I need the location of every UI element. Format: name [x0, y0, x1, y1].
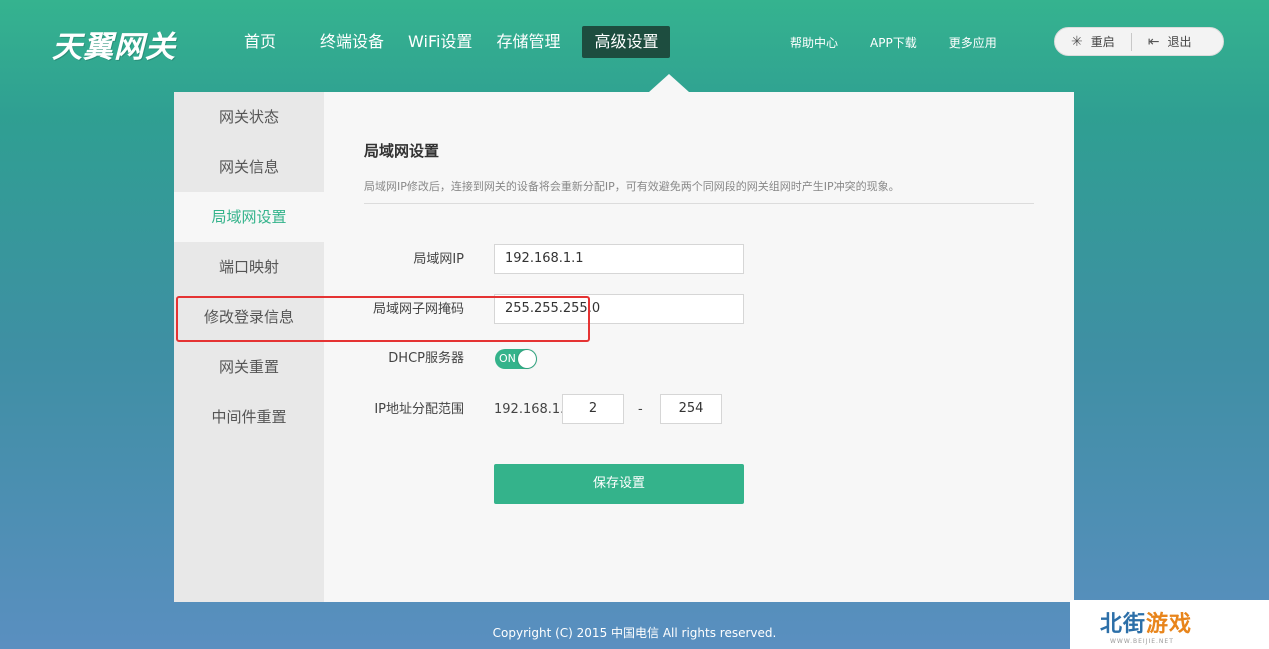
lan-ip-row: 局域网IP 192.168.1.1	[324, 244, 1074, 276]
watermark-brand-b: 游戏	[1146, 612, 1193, 637]
watermark-text: 北街游戏	[1100, 606, 1192, 638]
sidebar-item-port-mapping[interactable]: 端口映射	[174, 242, 324, 292]
logout-label: 退出	[1167, 35, 1192, 49]
nav-wifi[interactable]: WiFi设置	[396, 26, 484, 58]
spinner-icon: ✳	[1071, 33, 1083, 50]
ip-range-label: IP地址分配范围	[374, 402, 464, 417]
dhcp-label: DHCP服务器	[388, 351, 464, 366]
help-center-link[interactable]: 帮助中心	[790, 34, 838, 51]
page-title: 局域网设置	[364, 142, 440, 160]
annotation-highlight-box	[176, 296, 590, 342]
dhcp-toggle[interactable]: ON	[495, 349, 537, 369]
nav-pointer-arrow	[649, 74, 689, 92]
logout-icon: ⇤	[1147, 33, 1160, 50]
ip-range-separator: -	[638, 402, 643, 417]
sidebar-item-lan-settings[interactable]: 局域网设置	[174, 192, 324, 242]
save-button[interactable]: 保存设置	[494, 464, 744, 504]
watermark-sub: WWW.BEIJIE.NET	[1110, 638, 1174, 645]
watermark-logo: 北街游戏 WWW.BEIJIE.NET	[1070, 600, 1269, 649]
sidebar-item-middleware-reset[interactable]: 中间件重置	[174, 392, 324, 442]
dhcp-row: DHCP服务器 ON	[324, 343, 1074, 375]
ip-range-end-input[interactable]: 254	[660, 394, 722, 424]
ip-range-start-input[interactable]: 2	[562, 394, 624, 424]
page-description: 局域网IP修改后，连接到网关的设备将会重新分配IP，可有效避免两个同网段的网关组…	[364, 180, 900, 193]
sidebar-item-gateway-info[interactable]: 网关信息	[174, 142, 324, 192]
sidebar: 网关状态 网关信息 局域网设置 端口映射 修改登录信息 网关重置 中间件重置	[174, 92, 324, 602]
nav-devices[interactable]: 终端设备	[308, 26, 396, 58]
main-nav: 首页 终端设备 WiFi设置 存储管理 高级设置	[232, 26, 671, 58]
restart-button[interactable]: ✳ 重启	[1055, 28, 1131, 55]
sidebar-item-gateway-reset[interactable]: 网关重置	[174, 342, 324, 392]
app-download-link[interactable]: APP下载	[870, 34, 917, 51]
sidebar-item-gateway-status[interactable]: 网关状态	[174, 92, 324, 142]
lan-ip-label: 局域网IP	[413, 252, 464, 267]
lan-ip-input[interactable]: 192.168.1.1	[494, 244, 744, 274]
toggle-knob	[518, 350, 536, 368]
watermark-brand-a: 北街	[1100, 612, 1147, 637]
dhcp-toggle-text: ON	[499, 352, 516, 365]
restart-label: 重启	[1090, 35, 1115, 49]
action-pill: ✳ 重启 ⇤ 退出	[1054, 27, 1224, 56]
top-links: 帮助中心 APP下载 更多应用	[790, 34, 1029, 51]
nav-advanced[interactable]: 高级设置	[582, 26, 671, 58]
ip-range-prefix: 192.168.1.	[494, 402, 565, 417]
content-card: 网关状态 网关信息 局域网设置 端口映射 修改登录信息 网关重置 中间件重置 局…	[174, 92, 1074, 602]
top-bar: 天翼网关 首页 终端设备 WiFi设置 存储管理 高级设置 帮助中心 APP下载…	[0, 0, 1269, 84]
logo: 天翼网关	[52, 30, 176, 65]
nav-home[interactable]: 首页	[232, 26, 288, 58]
nav-storage[interactable]: 存储管理	[484, 26, 572, 58]
title-divider	[364, 203, 1034, 204]
logout-button[interactable]: ⇤ 退出	[1132, 28, 1208, 55]
ip-range-row: IP地址分配范围 192.168.1. 2 - 254	[324, 394, 1074, 426]
main-panel: 局域网设置 局域网IP修改后，连接到网关的设备将会重新分配IP，可有效避免两个同…	[324, 92, 1074, 602]
more-apps-link[interactable]: 更多应用	[949, 34, 997, 51]
